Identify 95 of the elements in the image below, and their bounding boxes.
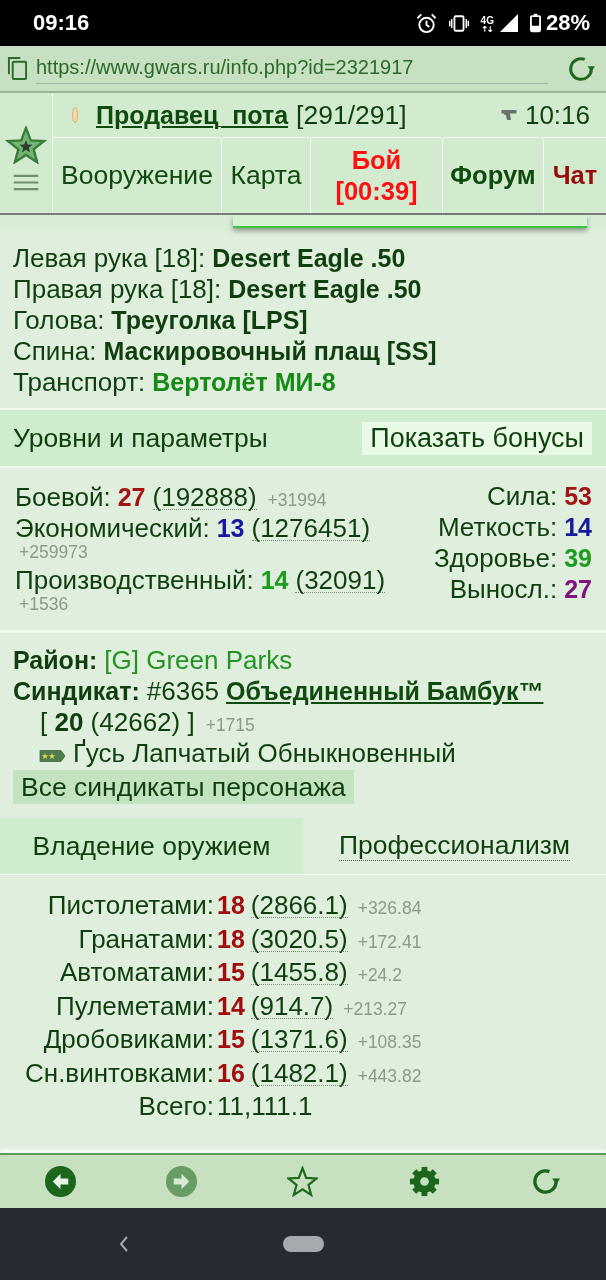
skill-label: Автоматами: (58, 957, 214, 989)
signal-icon (499, 14, 518, 32)
level-label: Боевой: (15, 484, 111, 510)
show-bonuses-button[interactable]: Показать бонусы (362, 421, 592, 455)
experience-gain: +259973 (19, 541, 88, 563)
skill-gain: +443.82 (357, 1064, 422, 1087)
pistol-icon (500, 109, 517, 121)
equipment-slot: Голова: (13, 305, 105, 335)
syndicate-link[interactable]: Объединенный Бамбук™ (226, 676, 544, 707)
copy-icon[interactable] (7, 56, 28, 81)
skill-gain: +213.27 (343, 997, 407, 1020)
nav-link[interactable]: Форум (443, 138, 544, 213)
skill-level: 15 (217, 1025, 245, 1055)
skill-tab[interactable]: Владение оружием (0, 818, 303, 874)
status-time: 09:16 (33, 10, 90, 36)
experience-value[interactable]: (1276451) (251, 516, 371, 541)
district-label: Район: (13, 645, 98, 676)
skill-label: Дробовиками: (42, 1024, 214, 1056)
skill-experience[interactable]: (1371.6) (250, 1027, 348, 1053)
equipment-item: Треуголка [LPS] (111, 306, 308, 334)
equipment-item: Маскировочный плащ [SS] (103, 337, 437, 365)
back-icon[interactable] (45, 1166, 77, 1197)
experience-value[interactable]: (192888) (152, 485, 257, 510)
network-type-label: 4G (480, 14, 494, 26)
level-label: Экономический: (15, 515, 210, 541)
experience-gain: +1536 (19, 594, 69, 615)
section-title: Уровни и параметры (13, 422, 268, 454)
skill-gain: +24.2 (357, 964, 402, 987)
star-logo-icon[interactable] (5, 125, 47, 164)
syndicate-gain: +1715 (205, 714, 255, 736)
stat-label: Здоровье: (433, 543, 558, 573)
level-value: 13 (216, 515, 245, 541)
total-label: Всего: (137, 1091, 214, 1123)
skill-level: 15 (217, 958, 245, 988)
stat-label: Сила: (487, 481, 558, 511)
rank-insignia-icon (39, 748, 66, 763)
skill-tab[interactable]: Профессионализм (303, 818, 606, 874)
skill-experience[interactable]: (1455.8) (250, 960, 348, 986)
stat-value: 53 (564, 482, 592, 510)
menu-icon[interactable] (13, 173, 39, 191)
stat-value: 27 (564, 575, 592, 603)
battery-icon (529, 13, 541, 33)
skill-level: 16 (217, 1058, 245, 1088)
stat-value: 39 (564, 544, 592, 572)
equipment-slot: Спина: (13, 336, 97, 366)
skill-experience[interactable]: (3020.5) (250, 926, 348, 952)
skill-label: Пистолетами: (46, 890, 214, 922)
nav-link[interactable]: Карта (222, 138, 311, 213)
skill-gain: +172.41 (357, 930, 422, 953)
skill-label: Пулеметами: (55, 990, 214, 1022)
equipment-slot: Правая рука [18]: (13, 274, 222, 304)
skill-label: Сн.винтовками: (24, 1057, 214, 1089)
player-health: [291/291] (296, 99, 407, 131)
stat-value: 14 (564, 513, 592, 541)
equipment-item: Desert Eagle .50 (212, 244, 406, 272)
stat-label: Выносл.: (449, 574, 558, 604)
skill-level: 18 (217, 924, 245, 954)
settings-icon[interactable] (408, 1166, 440, 1197)
skill-level: 14 (217, 991, 245, 1021)
home-pill[interactable] (283, 1236, 324, 1252)
skill-gain: +326.84 (357, 897, 422, 920)
skill-experience[interactable]: (2866.1) (250, 893, 348, 919)
equipment-slot: Левая рука [18]: (13, 243, 206, 273)
level-label: Производственный: (15, 567, 254, 593)
equipment-slot: Транспорт: (13, 367, 146, 397)
skill-gain: +108.35 (357, 1031, 422, 1054)
syndicate-label: Синдикат: (13, 676, 140, 707)
vibrate-icon (448, 14, 469, 32)
syndicate-standing: [ 20 (42662) ] (40, 707, 195, 738)
player-name-link[interactable]: Продавец_пота (96, 100, 289, 130)
server-clock: 10:16 (524, 99, 590, 131)
alarm-clock-icon (415, 12, 437, 34)
total-value: 11,111.1 (217, 1091, 313, 1123)
bookmark-star-icon[interactable] (287, 1166, 319, 1197)
syndicate-rank-title: Ґусь Лапчатый Обныкновенный (73, 738, 456, 769)
equipment-item: Вертолёт МИ-8 (152, 368, 336, 396)
data-arrows-icon (481, 25, 493, 32)
oval-marker-icon (72, 107, 78, 123)
skill-experience[interactable]: (1482.1) (250, 1060, 348, 1086)
skill-experience[interactable]: (914.7) (250, 993, 334, 1019)
all-syndicates-button[interactable]: Все синдикаты персонажа (13, 770, 354, 804)
level-value: 27 (117, 484, 146, 510)
skill-level: 18 (217, 891, 245, 921)
experience-value[interactable]: (32091) (295, 568, 386, 593)
experience-gain: +31994 (267, 489, 327, 511)
battery-percent: 28% (545, 10, 590, 36)
back-chevron-icon[interactable] (119, 1235, 129, 1253)
syndicate-number: #6365 (146, 676, 220, 707)
stat-label: Меткость: (437, 512, 558, 542)
skill-label: Гранатами: (77, 923, 214, 955)
url-field[interactable]: https://www.gwars.ru/info.php?id=2321917 (36, 53, 548, 84)
nav-link[interactable]: Вооружение (53, 138, 222, 213)
level-value: 14 (260, 567, 289, 593)
nav-link[interactable]: Чат (544, 138, 606, 213)
equipment-item: Desert Eagle .50 (228, 275, 422, 303)
